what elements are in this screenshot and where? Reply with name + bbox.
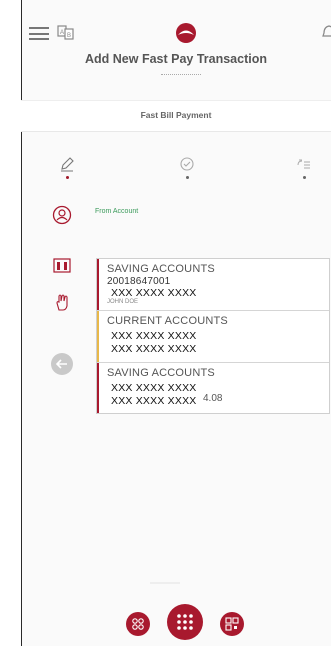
account-balance: 4.08 [203,393,223,404]
from-account-label: From Account [95,208,139,215]
account-masked-number: XXX XXXX XXXX [109,330,199,342]
bell-icon[interactable] [322,24,331,40]
back-button[interactable] [51,353,73,375]
section-bar: Fast Bill Payment [21,100,331,132]
account-number: 20018647001 [107,276,171,287]
svg-text:B: B [67,33,71,39]
account-masked-number: XXX XXXX XXXX [109,395,199,407]
account-type: CURRENT ACCOUNTS [107,315,228,327]
account-type: SAVING ACCOUNTS [107,367,215,379]
qr-code-button[interactable] [220,612,244,636]
hamburger-menu-icon[interactable] [29,27,49,40]
account-dropdown[interactable]: SAVING ACCOUNTS 20018647001 XXX XXXX XXX… [96,258,330,414]
edit-pencil-icon [61,157,74,172]
account-owner: JOHN DOE [107,299,139,305]
step-verify[interactable] [176,156,198,182]
apps-icon [132,618,144,630]
account-color-bar [97,311,99,362]
account-masked-number: XXX XXXX XXXX [109,343,199,355]
step-edit[interactable] [56,156,78,182]
page-title: Add New Fast Pay Transaction [85,52,267,66]
user-account-icon [52,205,72,225]
step-confirm[interactable] [293,156,315,182]
account-option[interactable]: CURRENT ACCOUNTS XXX XXXX XXXX XXX XXXX … [97,311,329,363]
language-switch-icon[interactable]: A B [57,24,75,40]
biller-building-icon [53,256,73,276]
account-option[interactable]: SAVING ACCOUNTS 20018647001 XXX XXXX XXX… [97,259,329,311]
grid-menu-icon [177,614,193,630]
confirm-list-icon [297,159,310,169]
section-label: Fast Bill Payment [140,110,212,120]
hand-touch-icon [53,292,73,312]
nav-divider [150,582,180,584]
account-color-bar [97,259,99,310]
main-menu-button[interactable] [167,604,203,640]
bank-logo-icon [175,22,197,44]
arrow-left-icon [55,359,67,369]
account-masked-number: XXX XXXX XXXX [109,382,199,394]
account-color-bar [97,363,99,413]
svg-text:A: A [60,30,64,36]
apps-button[interactable] [126,612,150,636]
account-masked-number: XXX XXXX XXXX [109,287,199,299]
account-type: SAVING ACCOUNTS [107,263,215,275]
verify-check-icon [180,157,194,171]
title-divider [161,74,201,75]
qr-code-icon [225,617,239,631]
account-option[interactable]: SAVING ACCOUNTS XXX XXXX XXXX XXX XXXX X… [97,363,329,413]
